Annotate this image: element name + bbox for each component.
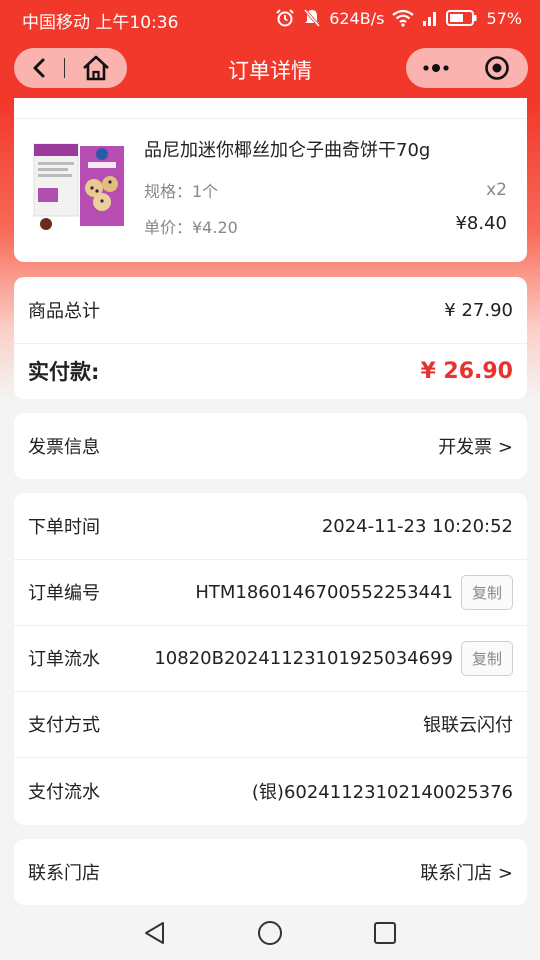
pay-method-value: 银联云闪付 (423, 715, 513, 736)
order-time-row: 下单时间 2024-11-23 10:20:52 (14, 493, 527, 559)
system-nav-bar (0, 906, 540, 960)
order-flow-label: 订单流水 (28, 649, 100, 670)
invoice-label: 发票信息 (28, 437, 100, 458)
divider (14, 118, 527, 119)
total-row: 商品总计 ¥ 27.90 (14, 277, 527, 343)
pay-flow-value: (银)60241123102140025376 (251, 782, 513, 803)
nav-recents-icon[interactable] (372, 920, 398, 946)
order-time-label: 下单时间 (28, 517, 100, 538)
nav-capsule-right (406, 48, 528, 88)
product-image[interactable] (30, 138, 130, 233)
close-miniprogram-button[interactable] (467, 48, 527, 88)
store-row[interactable]: 联系门店 联系门店 > (14, 839, 527, 905)
total-label: 商品总计 (28, 301, 100, 322)
wifi-icon (392, 9, 415, 27)
order-flow-value: 10820B20241123101925034699 (154, 647, 453, 669)
product-name[interactable]: 品尼加迷你椰丝加仑子曲奇饼干70g (144, 136, 430, 162)
status-icons: 624B/s 57% (275, 8, 522, 28)
order-number-label: 订单编号 (28, 583, 100, 604)
order-number-row: 订单编号 HTM1860146700552253441 复制 (14, 559, 527, 625)
product-spec: 规格：1个 (144, 182, 219, 201)
more-button[interactable] (406, 48, 466, 88)
product-card: 品尼加迷你椰丝加仑子曲奇饼干70g 规格：1个 x2 单价：¥4.20 ¥8.4… (14, 98, 527, 262)
store-card: 联系门店 联系门店 > (14, 839, 527, 905)
order-time-value: 2024-11-23 10:20:52 (321, 515, 513, 537)
battery-level: 57% (486, 8, 522, 28)
more-dots-icon (423, 64, 449, 72)
paid-value: ¥ 26.90 (420, 358, 513, 384)
copy-order-number-button[interactable]: 复制 (460, 574, 513, 610)
pay-method-row: 支付方式 银联云闪付 (14, 691, 527, 757)
nav-home-icon[interactable] (257, 920, 283, 946)
issue-invoice-link[interactable]: 开发票 > (438, 433, 513, 459)
order-number-group: HTM1860146700552253441 复制 (195, 574, 513, 610)
battery-icon (446, 10, 477, 26)
paid-row: 实付款: ¥ 26.90 (14, 343, 527, 399)
invoice-card: 发票信息 开发票 > (14, 413, 527, 479)
pay-flow-row: 支付流水 (银)60241123102140025376 (14, 757, 527, 825)
signal-icon (423, 12, 437, 26)
order-flow-group: 10820B20241123101925034699 复制 (154, 640, 513, 676)
close-target-icon (485, 56, 509, 80)
pay-method-label: 支付方式 (28, 715, 100, 736)
order-number-value: HTM1860146700552253441 (195, 581, 453, 603)
order-info-card: 下单时间 2024-11-23 10:20:52 订单编号 HTM1860146… (14, 493, 527, 825)
copy-order-flow-button[interactable]: 复制 (460, 640, 513, 676)
nav-bar: 订单详情 (0, 38, 540, 98)
contact-store-link[interactable]: 联系门店 > (420, 859, 513, 885)
cookie-box-image (33, 143, 124, 230)
order-flow-row: 订单流水 10820B20241123101925034699 复制 (14, 625, 527, 691)
product-subtotal: ¥8.40 (455, 213, 507, 234)
alarm-icon (276, 9, 294, 27)
product-unit-price: 单价：¥4.20 (144, 218, 238, 237)
product-quantity: x2 (486, 180, 507, 200)
nav-back-icon[interactable] (142, 920, 168, 946)
invoice-row[interactable]: 发票信息 开发票 > (14, 413, 527, 479)
status-bar: 中国移动 上午10:36 624B/s 57% (0, 0, 540, 38)
store-label: 联系门店 (28, 863, 100, 884)
mute-icon (304, 9, 321, 27)
pay-flow-label: 支付流水 (28, 782, 100, 803)
carrier-time: 中国移动 上午10:36 (22, 13, 179, 33)
paid-label: 实付款: (28, 360, 100, 384)
net-speed: 624B/s (329, 8, 385, 28)
total-value: ¥ 27.90 (444, 299, 513, 321)
price-summary-card: 商品总计 ¥ 27.90 实付款: ¥ 26.90 (14, 277, 527, 399)
